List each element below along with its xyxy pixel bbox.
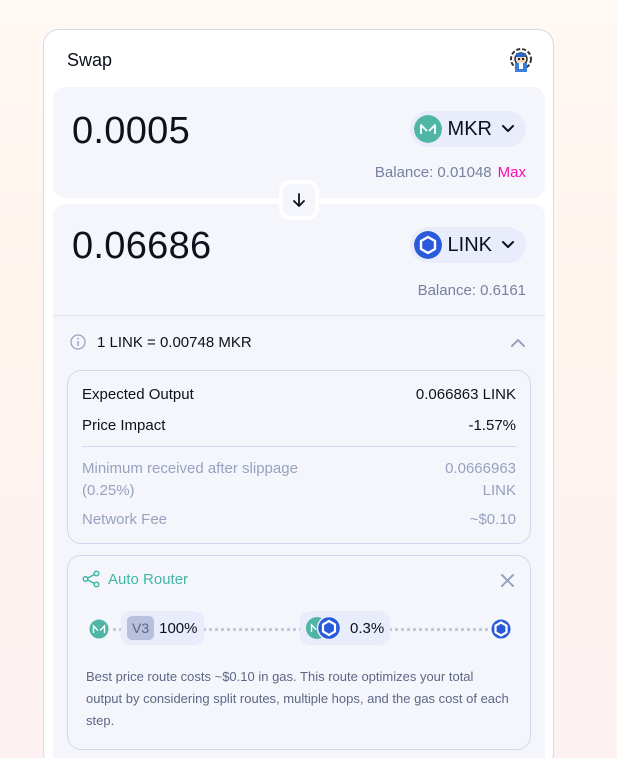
output-token-select[interactable]: LINK	[409, 227, 526, 263]
rate-toggle[interactable]: 1 LINK = 0.00748 MKR	[53, 316, 545, 366]
output-summary: Expected Output 0.066863 LINK Price Impa…	[67, 370, 531, 544]
pool-pair-icons	[304, 615, 344, 641]
swap-card: Swap 0.0005 MKR Balance: 0.01048 Max 0.0…	[43, 29, 554, 758]
exchange-rate: 1 LINK = 0.00748 MKR	[97, 334, 252, 351]
pool-version-badge: V3	[127, 616, 155, 640]
min-received-token: LINK	[482, 482, 516, 499]
network-fee-label: Network Fee	[82, 511, 168, 528]
input-token-select[interactable]: MKR	[409, 111, 526, 147]
link-token-icon	[316, 615, 342, 641]
auto-router-title: Auto Router	[108, 570, 189, 588]
switch-direction-button[interactable]	[279, 180, 319, 220]
link-token-icon	[413, 231, 442, 259]
auto-router-panel: Auto Router V3 100% 0.3% Best price rout…	[67, 555, 531, 750]
output-amount[interactable]: 0.06686	[72, 225, 211, 268]
route-diagram: V3 100% 0.3%	[86, 611, 514, 645]
mkr-token-icon	[413, 115, 442, 143]
info-icon	[70, 334, 86, 350]
min-received-label: Minimum received after slippage (0.25%)	[82, 460, 298, 499]
input-token-symbol: MKR	[447, 117, 492, 140]
output-balance: Balance: 0.6161	[417, 282, 526, 299]
max-button[interactable]: Max	[498, 164, 526, 181]
chevron-down-icon	[502, 241, 514, 248]
min-received-amount: 0.0666963	[445, 460, 516, 477]
route-fee-tier: 0.3%	[350, 619, 385, 637]
divider	[82, 446, 516, 447]
input-balance: Balance: 0.01048	[374, 164, 492, 181]
expected-output-value: 0.066863 LINK	[415, 386, 516, 403]
auto-router-header: Auto Router	[82, 570, 188, 588]
swap-header: Swap	[44, 30, 553, 88]
route-pool-v3: V3 100%	[121, 611, 204, 645]
link-token-icon	[488, 616, 514, 642]
route-split-percent: 100%	[159, 619, 198, 637]
route-pool-pair: 0.3%	[300, 611, 391, 645]
price-impact-label: Price Impact	[82, 417, 166, 434]
auto-router-note: Best price route costs ~$0.10 in gas. Th…	[86, 669, 509, 728]
route-share-icon	[82, 570, 100, 588]
chevron-up-icon	[511, 339, 525, 347]
expected-output-label: Expected Output	[82, 386, 194, 403]
min-received-value: 0.0666963 LINK	[445, 458, 516, 502]
chevron-down-icon	[502, 125, 514, 132]
settings-gear-icon[interactable]	[508, 47, 534, 75]
arrow-down-icon	[293, 193, 305, 207]
output-token-symbol: LINK	[447, 233, 492, 256]
close-icon[interactable]	[501, 574, 514, 587]
price-impact-value: -1.57%	[468, 417, 516, 434]
mkr-token-icon	[86, 616, 112, 642]
swap-details: 1 LINK = 0.00748 MKR Expected Output 0.0…	[53, 315, 545, 758]
network-fee-value: ~$0.10	[469, 511, 516, 528]
input-amount[interactable]: 0.0005	[72, 110, 190, 153]
output-panel: 0.06686 LINK Balance: 0.6161	[53, 204, 545, 315]
input-balance-row: Balance: 0.01048 Max	[375, 164, 526, 181]
swap-title: Swap	[67, 50, 113, 70]
